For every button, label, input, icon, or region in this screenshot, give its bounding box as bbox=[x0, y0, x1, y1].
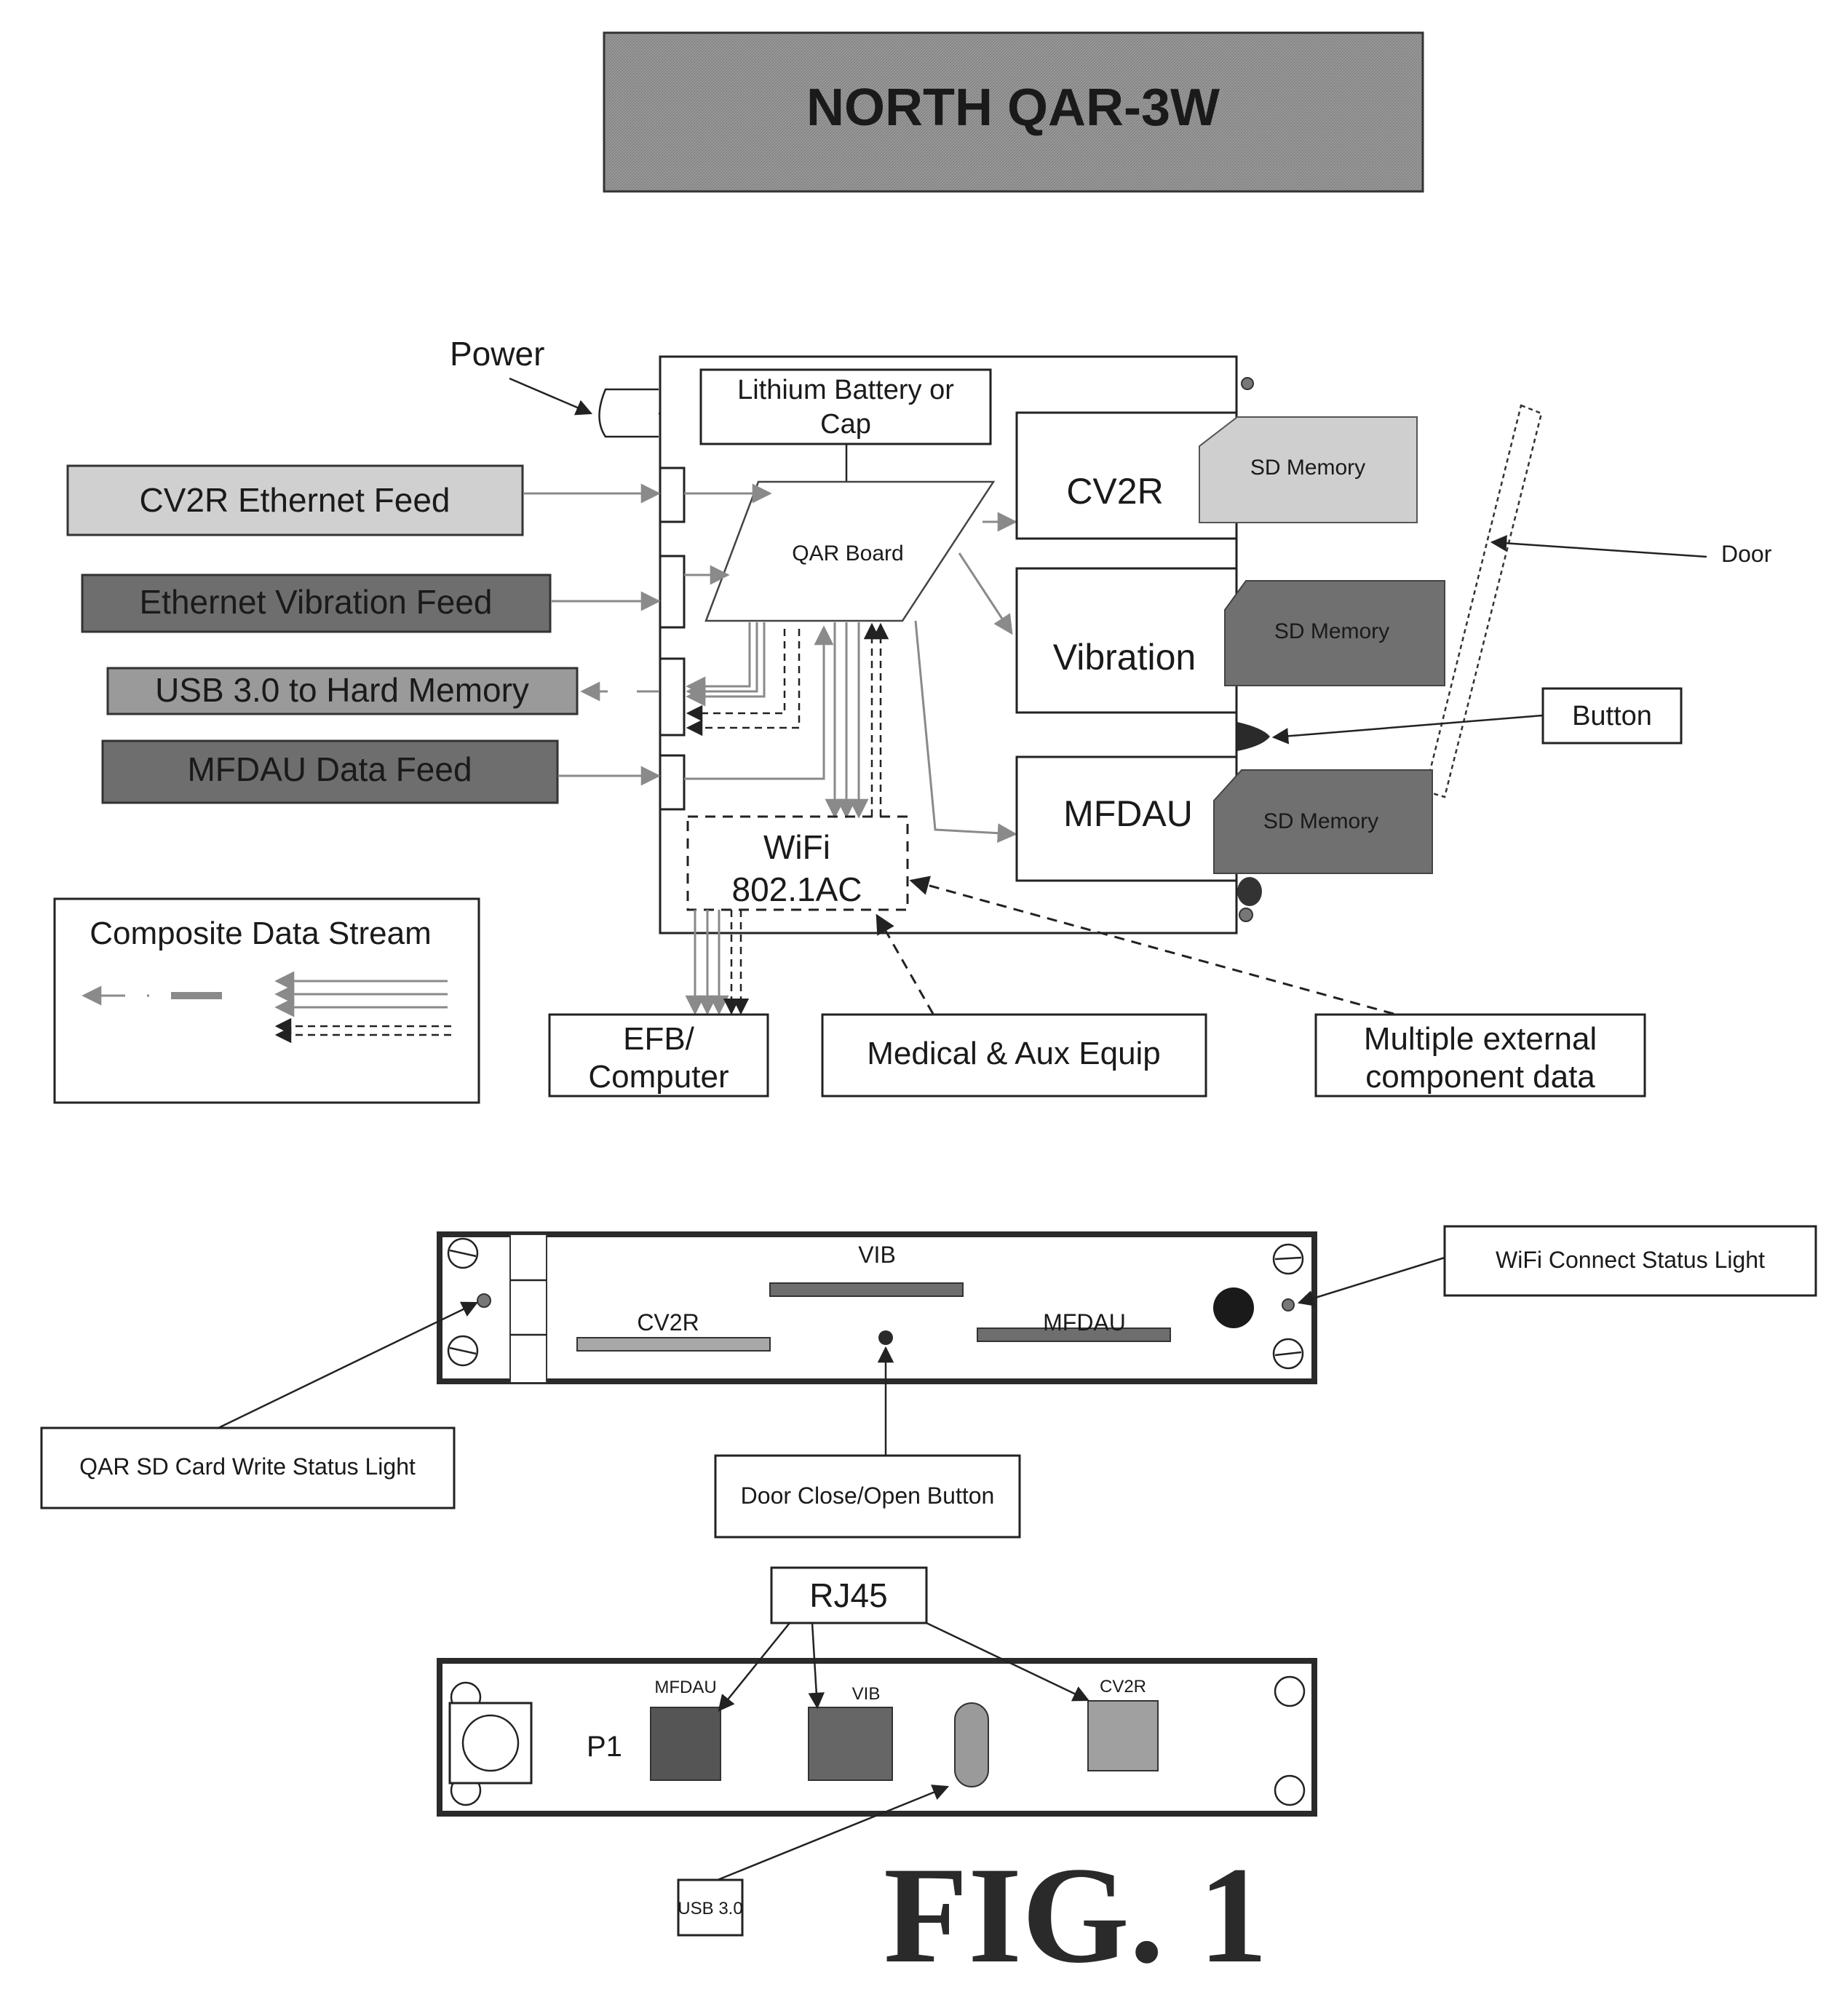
rj45-port-cv2r[interactable] bbox=[1087, 1700, 1159, 1771]
slot-vib-label: VIB bbox=[858, 1242, 896, 1268]
wifi-label-2: 802.1AC bbox=[731, 870, 862, 908]
door-button-label: Door Close/Open Button bbox=[741, 1483, 995, 1509]
power-label: Power bbox=[450, 335, 544, 373]
door-label: Door bbox=[1721, 541, 1772, 567]
port-cv2r bbox=[659, 467, 686, 523]
status-light-icon bbox=[1239, 908, 1253, 922]
slot-cv2r-label: CV2R bbox=[637, 1309, 699, 1336]
medical-aux-box: Medical & Aux Equip bbox=[821, 1013, 1207, 1098]
button-label: Button bbox=[1572, 701, 1652, 731]
port-mfdau bbox=[659, 754, 686, 811]
sd-write-light-label: QAR SD Card Write Status Light bbox=[79, 1453, 416, 1480]
power-connector-icon bbox=[598, 388, 659, 438]
slot-vib[interactable] bbox=[769, 1282, 964, 1297]
input-feed-mfdau: MFDAU Data Feed bbox=[101, 739, 559, 804]
battery-label-1: Lithium Battery or bbox=[737, 375, 954, 405]
sd-card-label: SD Memory bbox=[1274, 619, 1389, 643]
slot-mfdau-label: MFDAU bbox=[1043, 1309, 1126, 1336]
efb-computer-box: EFB/ Computer bbox=[548, 1013, 769, 1098]
rj45-callout: RJ45 bbox=[770, 1566, 928, 1624]
rj45-port-cv2r-label: CV2R bbox=[1100, 1677, 1146, 1696]
button-callout: Button bbox=[1541, 687, 1683, 745]
sd-write-light-callout: QAR SD Card Write Status Light bbox=[40, 1426, 456, 1509]
sd-card-mfdau: SD Memory bbox=[1213, 769, 1433, 874]
usb-label: USB 3.0 bbox=[678, 1899, 742, 1918]
rj45-port-vib-label: VIB bbox=[852, 1684, 881, 1704]
input-feed-label: Ethernet Vibration Feed bbox=[139, 583, 492, 621]
input-feed-cv2r: CV2R Ethernet Feed bbox=[66, 464, 524, 536]
rj45-port-mfdau-label: MFDAU bbox=[654, 1678, 716, 1697]
input-feed-label: CV2R Ethernet Feed bbox=[139, 481, 450, 519]
p1-label: P1 bbox=[587, 1731, 622, 1763]
efb-label-2: Computer bbox=[588, 1059, 729, 1095]
sd-card-cv2r: SD Memory bbox=[1199, 416, 1418, 523]
legend-title: Composite Data Stream bbox=[90, 916, 432, 951]
door-hinge-cylinder bbox=[509, 1234, 547, 1384]
wifi-label-1: WiFi bbox=[763, 828, 830, 866]
figure-label: FIG. 1 bbox=[884, 1839, 1268, 1992]
door-lock-knob-icon bbox=[1213, 1287, 1254, 1328]
input-feed-label: USB 3.0 to Hard Memory bbox=[155, 671, 529, 709]
module-label: CV2R bbox=[1066, 471, 1163, 512]
external-label-2: component data bbox=[1365, 1059, 1595, 1095]
legend-box: Composite Data Stream bbox=[53, 897, 480, 1104]
efb-label-1: EFB/ bbox=[623, 1021, 695, 1057]
button-arrow bbox=[1271, 714, 1544, 745]
battery-box: Lithium Battery or Cap bbox=[699, 368, 992, 445]
rj45-label: RJ45 bbox=[809, 1576, 887, 1614]
title-banner: NORTH QAR-3W bbox=[603, 31, 1424, 193]
sd-card-label: SD Memory bbox=[1250, 456, 1365, 480]
qar-patent-figure: NORTH QAR-3W Power Lithium Battery or Ca… bbox=[40, 31, 1817, 1992]
sd-write-status-light bbox=[477, 1293, 491, 1308]
qar-board-label: QAR Board bbox=[792, 541, 903, 565]
status-light-icon bbox=[1241, 377, 1254, 390]
port-usb bbox=[659, 657, 686, 737]
usb-callout: USB 3.0 bbox=[677, 1878, 744, 1937]
battery-label-2: Cap bbox=[820, 409, 871, 440]
wifi-light-label: WiFi Connect Status Light bbox=[1496, 1247, 1765, 1273]
module-label: MFDAU bbox=[1063, 793, 1193, 834]
external-component-box: Multiple external component data bbox=[1314, 1013, 1646, 1098]
button-icon[interactable] bbox=[1237, 722, 1270, 751]
external-label-1: Multiple external bbox=[1364, 1021, 1597, 1057]
input-feed-usb: USB 3.0 to Hard Memory bbox=[106, 667, 579, 715]
module-mfdau: MFDAU bbox=[1015, 755, 1238, 882]
module-vibration: Vibration bbox=[1015, 567, 1238, 714]
wifi-light-callout: WiFi Connect Status Light bbox=[1443, 1225, 1817, 1297]
port-vibration bbox=[659, 555, 686, 629]
door-close-open-button[interactable] bbox=[878, 1330, 893, 1345]
rj45-port-mfdau[interactable] bbox=[650, 1707, 721, 1781]
door-arrow bbox=[1490, 535, 1707, 558]
input-feed-vibration: Ethernet Vibration Feed bbox=[81, 574, 552, 633]
module-label: Vibration bbox=[1053, 637, 1196, 678]
input-feed-label: MFDAU Data Feed bbox=[187, 750, 472, 788]
p1-power-connector[interactable] bbox=[448, 1702, 533, 1785]
rj45-port-vib[interactable] bbox=[808, 1707, 893, 1781]
slot-cv2r[interactable] bbox=[576, 1337, 771, 1352]
sd-card-label: SD Memory bbox=[1263, 809, 1378, 833]
door-button-callout: Door Close/Open Button bbox=[714, 1454, 1021, 1539]
door-hinge-icon bbox=[1237, 877, 1262, 906]
power-arrow bbox=[509, 377, 593, 416]
wifi-status-light bbox=[1282, 1298, 1295, 1311]
sd-card-vibration: SD Memory bbox=[1224, 580, 1445, 686]
usb-port[interactable] bbox=[954, 1702, 989, 1787]
wifi-light-arrow bbox=[1297, 1256, 1445, 1306]
title-text: NORTH QAR-3W bbox=[806, 79, 1220, 137]
medical-label: Medical & Aux Equip bbox=[867, 1036, 1161, 1071]
